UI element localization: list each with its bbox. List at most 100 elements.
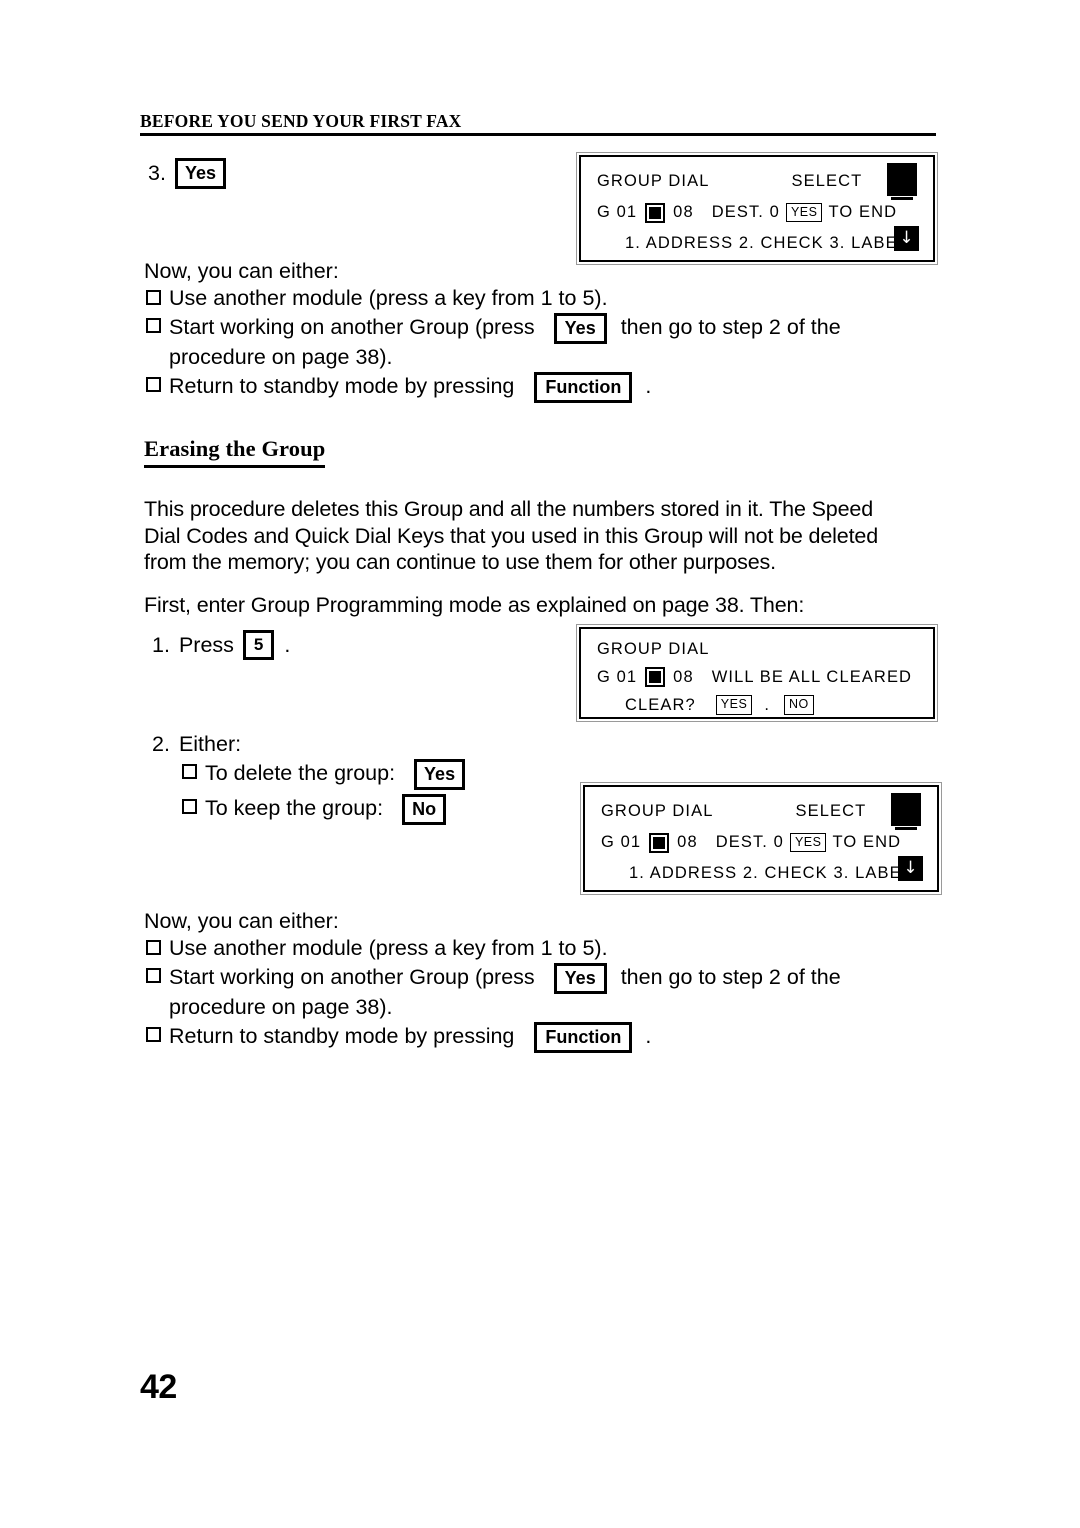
lcd2-module-count: 08 (673, 668, 694, 686)
step-1-number: 1. (152, 632, 170, 657)
choices-top-intro: Now, you can either: (144, 259, 339, 283)
choices-bottom-item-1: Use another module (press a key from 1 t… (144, 935, 904, 962)
lcd1-menu-options: 1. ADDRESS 2. CHECK 3. LABEL (625, 234, 908, 252)
lcd2-yes-softkey[interactable]: YES (715, 695, 753, 715)
bullet-square-icon (144, 285, 169, 311)
lcd2-clear-prompt: CLEAR? (625, 696, 696, 714)
lcd1-title: GROUP DIAL (597, 172, 710, 190)
lcd3-line-2: G 01 08 DEST. 0 YES TO END (601, 827, 923, 858)
bullet-square-icon (180, 759, 205, 785)
choices-bottom-item-1-text: Use another module (press a key from 1 t… (169, 936, 608, 960)
lcd-display-3: GROUP DIAL SELECT G 01 08 DEST. 0 YES TO… (580, 782, 942, 895)
page-number: 42 (140, 1368, 177, 1406)
step-2-option-1: To delete the group: Yes (152, 759, 572, 790)
lcd2-no-softkey[interactable]: NO (784, 695, 814, 715)
section-heading-wrap: Erasing the Group (144, 436, 326, 468)
lcd2-line-2: G 01 08 WILL BE ALL CLEARED (597, 663, 919, 691)
choices-list-bottom: Now, you can either: Use another module … (144, 908, 904, 1053)
lcd3-line-1: GROUP DIAL SELECT (601, 796, 923, 827)
function-key-choices-bottom[interactable]: Function (534, 1022, 633, 1053)
lcd2-message: WILL BE ALL CLEARED (711, 668, 913, 686)
step-1-label: Press (178, 632, 234, 657)
choices-bottom-item-3-pre: Return to standby mode by pressing (169, 1024, 515, 1049)
numeric-key-5[interactable]: 5 (242, 630, 275, 660)
lcd2-group-id: G 01 (597, 668, 638, 686)
lcd1-cursor-block (887, 163, 917, 196)
lcd1-module-count: 08 (673, 203, 694, 221)
choices-bottom-item-2-cont: procedure on page 38). (169, 994, 393, 1019)
lcd1-line-1: GROUP DIAL SELECT (597, 166, 919, 197)
lcd3-cursor-underline (895, 827, 917, 830)
lcd-display-1-screen: GROUP DIAL SELECT G 01 08 DEST. 0 YES TO… (579, 155, 935, 262)
lcd-display-2-screen: GROUP DIAL G 01 08 WILL BE ALL CLEARED C… (579, 627, 935, 719)
section-paragraph-1: This procedure deletes this Group and al… (144, 497, 879, 574)
running-header: BEFORE YOU SEND YOUR FIRST FAX (140, 111, 936, 137)
running-header-title: BEFORE YOU SEND YOUR FIRST FAX (140, 111, 462, 131)
choices-top-item-3-post: . (645, 374, 652, 399)
module-indicator-icon (649, 832, 670, 853)
choices-top-item-2-pre: Start working on another Group (press (169, 314, 535, 339)
lcd-display-1: GROUP DIAL SELECT G 01 08 DEST. 0 YES TO… (576, 152, 938, 265)
page-title: Erasing the Group (144, 436, 326, 468)
choices-top-item-2-post: then go to step 2 of the (620, 314, 841, 339)
lcd1-yes-softkey[interactable]: YES (785, 202, 823, 223)
section-paragraph-2: First, enter Group Programming mode as e… (144, 593, 805, 617)
choices-top-item-1-text: Use another module (press a key from 1 t… (169, 286, 608, 310)
yes-key-choices-top[interactable]: Yes (553, 312, 607, 344)
scroll-down-arrow-icon[interactable]: ↓ (894, 226, 919, 251)
lcd3-select-label: SELECT (795, 802, 867, 820)
choices-top-item-1: Use another module (press a key from 1 t… (144, 285, 904, 312)
lcd3-cursor-block (891, 793, 921, 826)
header-rule (140, 133, 936, 137)
choices-bottom-item-3: Return to standby mode by pressing Funct… (144, 1022, 904, 1053)
bullet-square-icon (144, 935, 169, 961)
lcd3-title: GROUP DIAL (601, 802, 714, 820)
yes-key-step2[interactable]: Yes (414, 759, 466, 790)
step-2-option-1-text: To delete the group: (205, 761, 396, 786)
lcd1-line-2: G 01 08 DEST. 0 YES TO END (597, 197, 919, 228)
choices-bottom-item-3-post: . (645, 1024, 652, 1049)
scroll-down-arrow-icon[interactable]: ↓ (898, 856, 923, 881)
lcd1-line-3: 1. ADDRESS 2. CHECK 3. LABEL (597, 228, 919, 259)
lcd-display-2: GROUP DIAL G 01 08 WILL BE ALL CLEARED C… (576, 624, 938, 722)
choices-bottom-item-2-pre: Start working on another Group (press (169, 964, 535, 989)
lcd-display-3-screen: GROUP DIAL SELECT G 01 08 DEST. 0 YES TO… (583, 785, 939, 892)
choices-top-item-2: Start working on another Group (press Ye… (144, 312, 904, 344)
choices-list-top: Now, you can either: Use another module … (144, 258, 904, 403)
choices-bottom-intro: Now, you can either: (144, 909, 339, 933)
no-key-step2[interactable]: No (402, 794, 447, 825)
step-2-option-2-text: To keep the group: (205, 796, 384, 821)
step-3: 3. Yes (148, 158, 226, 189)
choices-top-item-2-cont: procedure on page 38). (169, 344, 393, 369)
lcd3-line-3: 1. ADDRESS 2. CHECK 3. LABEL (601, 858, 923, 889)
choices-top-item-3-pre: Return to standby mode by pressing (169, 374, 515, 399)
choices-bottom-item-2: Start working on another Group (press Ye… (144, 962, 904, 994)
lcd1-dest-count: DEST. 0 (711, 203, 780, 221)
step-2: 2. Either: To delete the group: Yes To k… (152, 732, 572, 825)
module-indicator-icon (645, 202, 666, 223)
yes-key-choices-bottom[interactable]: Yes (553, 962, 607, 994)
lcd2-separator-dot: . (764, 696, 770, 714)
lcd1-group-id: G 01 (597, 203, 638, 221)
lcd1-to-end-label: TO END (828, 203, 898, 221)
yes-key-step3[interactable]: Yes (174, 158, 226, 189)
module-indicator-icon (645, 667, 666, 687)
document-page: BEFORE YOU SEND YOUR FIRST FAX 3. Yes GR… (0, 0, 1080, 1528)
lcd3-group-id: G 01 (601, 833, 642, 851)
function-key-choices-top[interactable]: Function (534, 372, 633, 403)
lcd2-line-1: GROUP DIAL (597, 635, 919, 663)
lcd3-yes-softkey[interactable]: YES (789, 832, 827, 853)
step-3-number: 3. (148, 161, 166, 185)
lcd1-select-label: SELECT (791, 172, 863, 190)
bullet-square-icon (144, 372, 169, 398)
bullet-square-icon (144, 963, 169, 989)
lcd3-module-count: 08 (677, 833, 698, 851)
step-1-period: . (284, 632, 291, 657)
lcd3-dest-count: DEST. 0 (715, 833, 784, 851)
step-1: 1. Press 5 . (152, 630, 290, 660)
lcd2-line-3: CLEAR? YES . NO (597, 691, 919, 719)
choices-top-item-3: Return to standby mode by pressing Funct… (144, 372, 904, 403)
step-2-option-2: To keep the group: No (152, 794, 572, 825)
step-2-label: Either: (178, 732, 242, 756)
bullet-square-icon (180, 794, 205, 820)
